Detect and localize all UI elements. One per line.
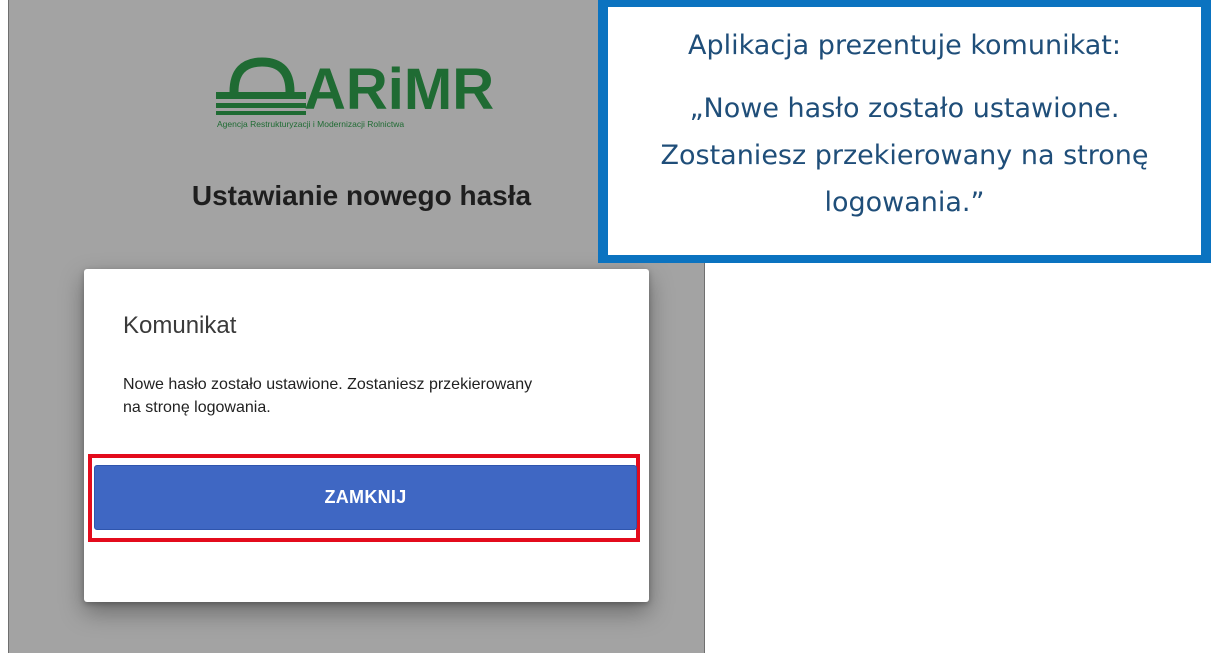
message-dialog: Komunikat Nowe hasło zostało ustawione. …: [84, 269, 649, 602]
callout-line-quote-3: logowania.”: [824, 187, 985, 218]
callout-line-quote-1: „Nowe hasło zostało ustawione.: [689, 93, 1120, 124]
callout-body: Aplikacja prezentuje komunikat: „Nowe ha…: [608, 7, 1201, 255]
dialog-message: Nowe hasło zostało ustawione. Zostaniesz…: [123, 376, 533, 416]
logo-tagline: Agencja Restrukturyzacji i Modernizacji …: [217, 119, 405, 129]
arimr-logo: ARiMR Agencja Restrukturyzacji i Moderni…: [216, 52, 516, 137]
callout-line-intro: Aplikacja prezentuje komunikat:: [688, 30, 1121, 61]
dialog-title: Komunikat: [123, 312, 237, 339]
logo-wordmark: ARiMR: [304, 57, 494, 118]
callout-line-quote-2: Zostaniesz przekierowany na stronę: [660, 140, 1149, 171]
close-button[interactable]: ZAMKNIJ: [94, 465, 637, 530]
annotation-callout: Aplikacja prezentuje komunikat: „Nowe ha…: [598, 0, 1211, 263]
arimr-logo-graphic: ARiMR: [216, 57, 494, 118]
